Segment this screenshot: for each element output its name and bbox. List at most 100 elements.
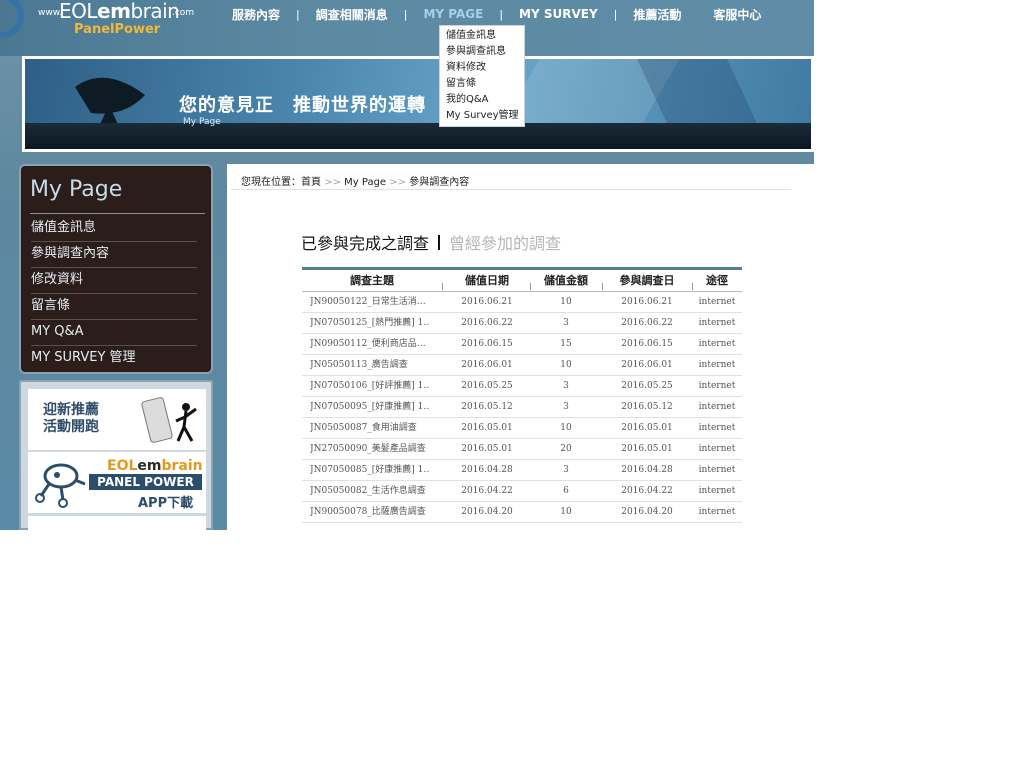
cell-survey-topic: JN07050125_[熱門推薦] 1… bbox=[310, 318, 430, 328]
breadcrumb: 您現在位置：首頁 >> My Page >> 參與調查內容 bbox=[241, 173, 469, 188]
breadcrumb-divider bbox=[231, 189, 791, 190]
cell-deposit-date: 2016.05.01 bbox=[461, 444, 513, 454]
cell-deposit-amount: 3 bbox=[563, 318, 569, 328]
table-row: JN07050085_[好康推薦] 1… 2016.04.28 3 2016.04.2… bbox=[302, 460, 742, 481]
promo-panel: 迎新推薦 活動開跑 EOLembrain PANEL POWER APP下載 bbox=[19, 380, 213, 530]
cell-channel: internet bbox=[698, 360, 736, 370]
table-row: JN07050125_[熱門推薦] 1… 2016.06.22 3 2016.06.2… bbox=[302, 313, 742, 334]
nav-my-page[interactable]: MY PAGE bbox=[423, 7, 483, 21]
cell-participation-date: 2016.05.25 bbox=[621, 381, 673, 391]
cell-deposit-amount: 10 bbox=[560, 507, 572, 517]
breadcrumb-home[interactable]: 首頁 bbox=[301, 177, 321, 188]
dropdown-item-survey-manage[interactable]: My Survey管理 bbox=[446, 108, 524, 124]
sidebar-item-edit-profile[interactable]: 修改資料 bbox=[31, 268, 197, 294]
header-deposit-amount: 儲值金額 bbox=[544, 274, 588, 287]
nav-separator: | bbox=[499, 7, 504, 21]
dropdown-item-messages[interactable]: 留言條 bbox=[446, 76, 524, 92]
cell-survey-topic: JN05050113_廣告調查 bbox=[310, 360, 408, 370]
cell-channel: internet bbox=[698, 318, 736, 328]
my-page-dropdown-menu: 儲值金訊息 參與調查訊息 資料修改 留言條 我的Q&A My Survey管理 bbox=[439, 25, 525, 127]
cell-participation-date: 2016.05.12 bbox=[621, 402, 673, 412]
nav-services[interactable]: 服務內容 bbox=[232, 6, 280, 23]
heading-divider bbox=[438, 235, 441, 250]
nav-survey-news[interactable]: 調查相關消息 bbox=[316, 6, 388, 23]
nav-separator: | bbox=[613, 7, 618, 21]
cell-participation-date: 2016.06.21 bbox=[621, 297, 673, 307]
logo-com: .com bbox=[172, 8, 195, 18]
cell-participation-date: 2016.04.22 bbox=[621, 486, 673, 496]
hero-banner: 您的意見正 推動世界的運轉 My Page bbox=[22, 56, 814, 152]
cell-participation-date: 2016.04.20 bbox=[621, 507, 673, 517]
cell-channel: internet bbox=[698, 339, 736, 349]
table-row: JN05050087_食用油調查 2016.05.01 10 2016.05.01 in… bbox=[302, 418, 742, 439]
table-row: JN90050078_比薩廣告調查 2016.04.20 10 2016.04.20 i… bbox=[302, 502, 742, 523]
cell-channel: internet bbox=[698, 465, 736, 475]
cell-deposit-date: 2016.04.28 bbox=[461, 465, 513, 475]
nav-my-survey[interactable]: MY SURVEY bbox=[519, 7, 598, 21]
cell-deposit-amount: 3 bbox=[563, 402, 569, 412]
nav-referral[interactable]: 推薦活動 bbox=[633, 6, 681, 23]
nav-separator: | bbox=[403, 7, 408, 21]
dropdown-item-participation[interactable]: 參與調查訊息 bbox=[446, 44, 524, 60]
referral-promo-banner[interactable]: 迎新推薦 活動開跑 bbox=[28, 389, 206, 450]
cell-deposit-date: 2016.06.01 bbox=[461, 360, 513, 370]
cell-deposit-amount: 10 bbox=[560, 423, 572, 433]
cell-channel: internet bbox=[698, 486, 736, 496]
sidebar-item-survey-manage[interactable]: MY SURVEY 管理 bbox=[31, 346, 197, 372]
banner-ground bbox=[25, 123, 811, 149]
dropdown-item-my-qa[interactable]: 我的Q&A bbox=[446, 92, 524, 108]
tab-past-surveys[interactable]: 曾經參加的調查 bbox=[449, 234, 561, 253]
breadcrumb-separator: >> bbox=[389, 177, 407, 188]
cell-deposit-date: 2016.04.20 bbox=[461, 507, 513, 517]
main-content: 您現在位置：首頁 >> My Page >> 參與調查內容 已參與完成之調查 曾經… bbox=[227, 164, 814, 530]
table-row: JN09050112_便利商店品… 2016.06.15 15 2016.06.15 i… bbox=[302, 334, 742, 355]
cell-survey-topic: JN07050095_[好康推薦] 1… bbox=[310, 402, 430, 412]
nav-separator: | bbox=[296, 7, 300, 21]
cell-deposit-date: 2016.06.21 bbox=[461, 297, 513, 307]
cell-survey-topic: JN27050090_美髮產品調查 bbox=[310, 444, 426, 454]
cell-participation-date: 2016.05.01 bbox=[621, 423, 673, 433]
header-deposit-date: 儲值日期 bbox=[465, 274, 509, 287]
top-navigation-bar: www. EOLembrain .com PanelPower 服務內容 | 調… bbox=[0, 0, 814, 56]
header-survey-topic: 調查主題 bbox=[350, 274, 394, 287]
section-heading: 已參與完成之調查 曾經參加的調查 bbox=[301, 230, 561, 254]
cell-channel: internet bbox=[698, 297, 736, 307]
app-banner-panel: PANEL POWER bbox=[89, 474, 202, 490]
cell-deposit-date: 2016.05.25 bbox=[461, 381, 513, 391]
tab-completed-surveys[interactable]: 已參與完成之調查 bbox=[301, 234, 429, 253]
app-download-banner[interactable]: EOLembrain PANEL POWER APP下載 bbox=[28, 452, 206, 513]
site-logo[interactable]: www. EOLembrain .com PanelPower bbox=[38, 0, 198, 40]
header-participation-date: 參與調查日 bbox=[619, 274, 675, 287]
cell-survey-topic: JN05050087_食用油調查 bbox=[310, 423, 417, 433]
nav-customer-service[interactable]: 客服中心 bbox=[713, 6, 761, 23]
cell-deposit-date: 2016.06.22 bbox=[461, 318, 513, 328]
main-nav: 服務內容 | 調查相關消息 | MY PAGE | MY SURVEY | 推薦… bbox=[232, 5, 761, 23]
sidebar-item-participation[interactable]: 參與調查內容 bbox=[31, 242, 197, 268]
cell-channel: internet bbox=[698, 381, 736, 391]
cell-deposit-amount: 20 bbox=[560, 444, 572, 454]
cell-participation-date: 2016.06.01 bbox=[621, 360, 673, 370]
cell-deposit-amount: 10 bbox=[560, 360, 572, 370]
table-body: JN90050122_日常生活消… 2016.06.21 10 2016.06.21 i… bbox=[302, 292, 742, 523]
sidebar-divider bbox=[30, 213, 205, 214]
cell-deposit-amount: 3 bbox=[563, 381, 569, 391]
dropdown-item-edit-profile[interactable]: 資料修改 bbox=[446, 60, 524, 76]
cell-participation-date: 2016.06.15 bbox=[621, 339, 673, 349]
banner-slogan: 您的意見正 推動世界的運轉 bbox=[179, 95, 426, 116]
sidebar-item-balance[interactable]: 儲值金訊息 bbox=[31, 216, 197, 242]
sidebar-item-my-qa[interactable]: MY Q&A bbox=[31, 320, 197, 346]
breadcrumb-my-page[interactable]: My Page bbox=[344, 177, 386, 188]
additional-promo-banner[interactable] bbox=[28, 516, 206, 530]
cell-deposit-amount: 3 bbox=[563, 465, 569, 475]
cell-deposit-date: 2016.05.12 bbox=[461, 402, 513, 412]
cell-channel: internet bbox=[698, 507, 736, 517]
dropdown-item-balance[interactable]: 儲值金訊息 bbox=[446, 28, 524, 44]
cell-deposit-amount: 10 bbox=[560, 297, 572, 307]
decorative-ring bbox=[0, 0, 24, 38]
table-header-row: 調查主題 儲值日期 儲值金額 參與調查日 途徑 bbox=[302, 270, 742, 292]
cell-survey-topic: JN90050078_比薩廣告調查 bbox=[310, 507, 426, 517]
cell-participation-date: 2016.05.01 bbox=[621, 444, 673, 454]
cell-channel: internet bbox=[698, 423, 736, 433]
sidebar-item-messages[interactable]: 留言條 bbox=[31, 294, 197, 320]
cell-survey-topic: JN07050106_[好評推薦] 1… bbox=[310, 381, 430, 391]
